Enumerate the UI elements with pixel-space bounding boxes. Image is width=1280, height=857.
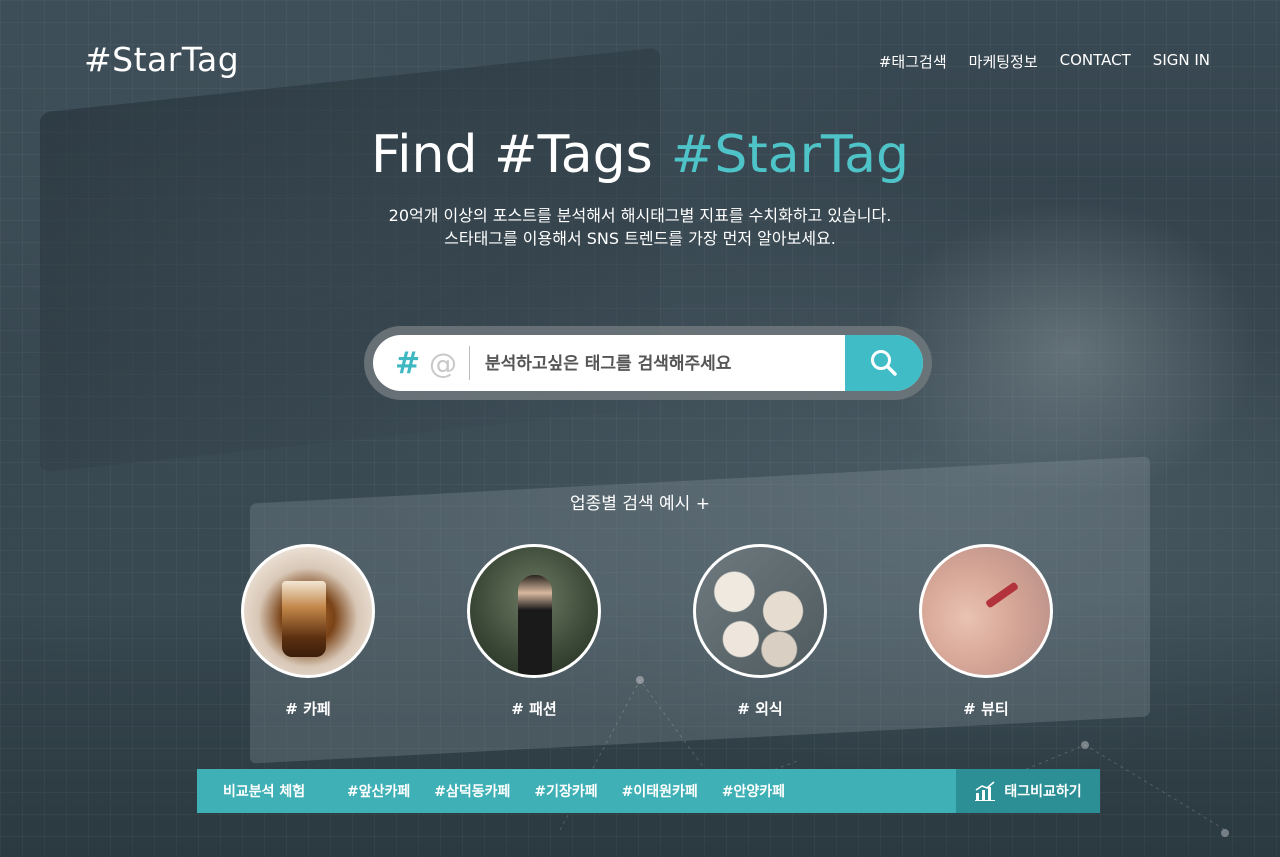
category-dining[interactable]: # 외식 [693,544,827,719]
hero-subtitle: 20억개 이상의 포스트를 분석해서 해시태그별 지표를 수치화하고 있습니다.… [0,204,1280,250]
hero-title-brand: #StarTag [670,124,909,185]
mention-mode-toggle[interactable]: @ [429,347,457,380]
search-divider [469,346,470,380]
compare-tags-button-label: 태그비교하기 [1004,784,1082,800]
compare-tags-button[interactable]: 태그비교하기 [956,769,1100,813]
background-network-lines [559,676,1229,837]
nav-marketing-info[interactable]: 마케팅정보 [969,51,1038,72]
top-nav: #태그검색 마케팅정보 CONTACT SIGN IN [879,51,1210,72]
search-icon [871,350,897,376]
compare-tag-anyang-cafe[interactable]: #안양카페 [722,781,785,801]
nav-sign-in[interactable]: SIGN IN [1153,51,1210,72]
compare-tag-gijang-cafe[interactable]: #기장카페 [534,781,597,801]
background-laptop [40,47,660,473]
examples-title[interactable]: 업종별 검색 예시 + [0,489,1280,514]
logo[interactable]: #StarTag [84,40,239,79]
search-box: # @ [373,335,923,391]
compare-tag-apsan-cafe[interactable]: #앞산카페 [347,781,410,801]
category-beauty-image [919,544,1053,678]
nav-tag-search[interactable]: #태그검색 [879,51,947,72]
compare-bar: 비교분석 체험 #앞산카페 #삼덕동카페 #기장카페 #이태원카페 #안양카페 … [197,769,1100,813]
category-cafe-image [241,544,375,678]
search-input[interactable] [483,335,837,391]
category-fashion-label: # 패션 [511,700,557,718]
nav-contact[interactable]: CONTACT [1060,51,1131,72]
hashtag-mode-toggle[interactable]: # [395,346,420,381]
category-dining-label: # 외식 [737,700,783,718]
category-cafe[interactable]: # 카페 [241,544,375,719]
hero-title-find-tags: Find #Tags [370,124,653,185]
search-button[interactable] [845,335,923,391]
search-container: # @ [364,326,932,400]
hero-subtitle-line1: 20억개 이상의 포스트를 분석해서 해시태그별 지표를 수치화하고 있습니다. [388,206,892,225]
category-fashion-image [467,544,601,678]
hero-subtitle-line2: 스타태그를 이용해서 SNS 트렌드를 가장 먼저 알아보세요. [444,229,836,248]
compare-tag-itaewon-cafe[interactable]: #이태원카페 [622,781,698,801]
hero-title: Find #Tags #StarTag [0,129,1280,181]
category-dining-image [693,544,827,678]
category-beauty-label: # 뷰티 [963,700,1009,718]
category-cafe-label: # 카페 [285,700,331,718]
category-beauty[interactable]: # 뷰티 [919,544,1053,719]
category-fashion[interactable]: # 패션 [467,544,601,719]
chart-icon [975,781,996,801]
compare-tag-samdeok-cafe[interactable]: #삼덕동카페 [434,781,510,801]
compare-bar-label: 비교분석 체험 [223,784,306,800]
